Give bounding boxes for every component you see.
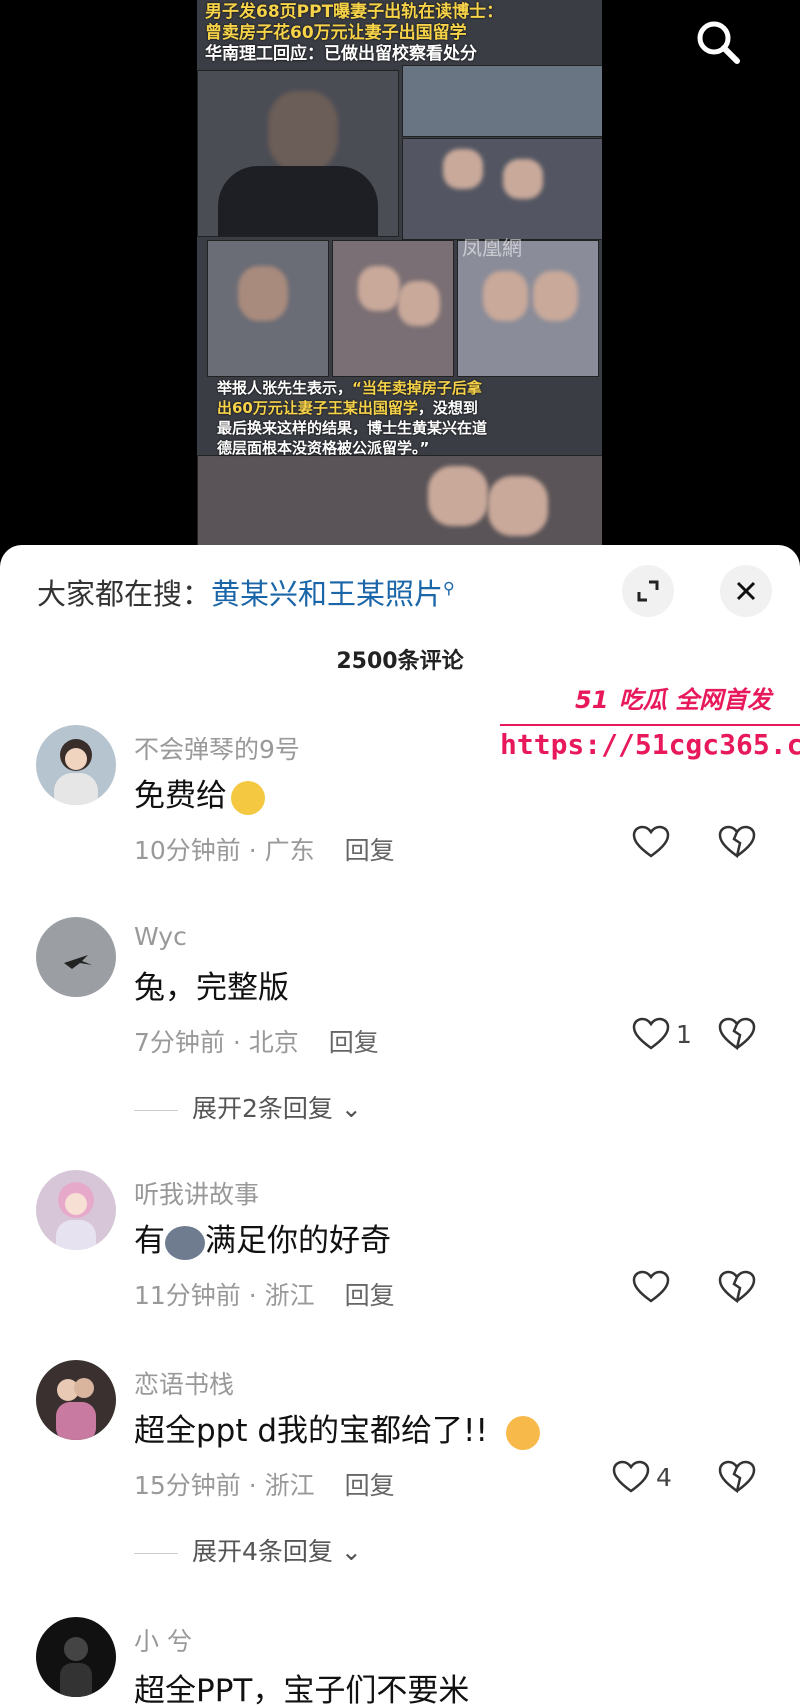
heart-icon	[632, 825, 670, 858]
promo-divider	[500, 724, 800, 726]
caption-text: 最后换来这样的结果，博士生黄某兴在道	[217, 419, 488, 437]
emoji-icon	[165, 1225, 205, 1260]
broken-heart-icon	[718, 825, 756, 859]
watermark-text: 凤凰網	[462, 236, 522, 260]
dislike-button[interactable]	[718, 825, 756, 863]
trending-label: 大家都在搜：	[37, 577, 212, 611]
photo-panel	[332, 240, 454, 377]
comment-meta: 10分钟前 · 广东 回复	[134, 831, 395, 867]
expand-replies-label: 展开2条回复	[192, 1094, 333, 1123]
search-small-icon: ⚲	[443, 578, 455, 598]
broken-heart-icon	[718, 1270, 756, 1304]
reply-button[interactable]: 回复	[329, 1028, 379, 1057]
comment-text: 超全PPT，宝子们不要米	[134, 1673, 470, 1706]
reply-button[interactable]: 回复	[345, 836, 395, 865]
avatar[interactable]	[36, 1617, 116, 1697]
avatar[interactable]	[36, 725, 116, 805]
comment-author[interactable]: Wyc	[134, 922, 187, 951]
comment-meta: 15分钟前 · 浙江 回复	[134, 1466, 395, 1502]
like-button[interactable]	[632, 825, 676, 859]
comment-author[interactable]: 听我讲故事	[134, 1175, 259, 1211]
comment-author[interactable]: 小 兮	[134, 1622, 192, 1658]
trending-keyword-link[interactable]: 黄某兴和王某照片	[211, 577, 443, 611]
emoji-icon	[231, 780, 265, 815]
promo-url[interactable]: https://51cgc365.com	[500, 728, 800, 761]
photo-panel	[207, 240, 329, 377]
avatar[interactable]	[36, 1360, 116, 1440]
dislike-button[interactable]	[718, 1017, 756, 1055]
like-count: 4	[656, 1462, 672, 1492]
video-title: 男子发68页PPT曝妻子出轨在读博士： 曾卖房子花60万元让妻子出国留学 华南理…	[205, 2, 595, 65]
caption-text: 德层面根本没资格被公派留学。”	[217, 439, 430, 457]
comment-text: 免费给	[134, 770, 265, 815]
promo-watermark[interactable]: 51 吃瓜 全网首发 https://51cgc365.com	[500, 680, 800, 776]
comment-author[interactable]: 不会弹琴的9号	[134, 730, 300, 766]
comment-text-content: 超全ppt d我的宝都给了!!	[134, 1413, 498, 1449]
comment-time: 10分钟前 · 广东	[134, 836, 315, 865]
promo-logo: 51 吃瓜 全网首发	[575, 680, 771, 716]
video-caption: 举报人张先生表示，“当年卖掉房子后拿 出60万元让妻子王某出国留学，没想到 最后…	[217, 378, 583, 458]
broken-heart-icon	[718, 1460, 756, 1494]
comment-text-content: 免费给	[134, 778, 227, 814]
comment-time: 15分钟前 · 浙江	[134, 1471, 315, 1500]
heart-icon	[632, 1017, 670, 1050]
reply-button[interactable]: 回复	[345, 1281, 395, 1310]
emoji-icon	[505, 1415, 540, 1450]
expand-icon[interactable]	[622, 565, 674, 617]
comment-text: 有 满足你的好奇	[134, 1215, 391, 1260]
like-button[interactable]	[632, 1270, 676, 1304]
comment-text-content: 满足你的好奇	[205, 1223, 391, 1259]
expand-replies-button[interactable]: 展开4条回复 ⌄	[134, 1532, 362, 1568]
dislike-button[interactable]	[718, 1460, 756, 1498]
promo-logo-text: 吃瓜 全网首发	[618, 686, 772, 714]
comment-text: 兔，完整版	[134, 970, 289, 1006]
video-frame[interactable]: 男子发68页PPT曝妻子出轨在读博士： 曾卖房子花60万元让妻子出国留学 华南理…	[197, 0, 602, 545]
heart-icon	[612, 1460, 650, 1493]
comment-text: 超全ppt d我的宝都给了!!	[134, 1405, 540, 1450]
comment-time: 11分钟前 · 浙江	[134, 1281, 315, 1310]
caption-highlight: “当年卖掉房子后拿	[352, 379, 482, 397]
caption-text: 举报人张先生表示，	[217, 379, 353, 397]
trending-search[interactable]: 大家都在搜：黄某兴和王某照片⚲	[37, 571, 455, 613]
avatar[interactable]	[36, 917, 116, 997]
caption-highlight: 出60万元让妻子王某出国留学	[217, 399, 418, 417]
heart-icon	[632, 1270, 670, 1303]
chevron-down-icon: ⌄	[340, 1094, 362, 1123]
like-button[interactable]: 1	[632, 1017, 692, 1051]
comment-sheet: 大家都在搜：黄某兴和王某照片⚲ 2500条评论 51 吃瓜 全网首发 https…	[0, 545, 800, 1706]
caption-text: ，没想到	[417, 399, 478, 417]
chevron-down-icon: ⌄	[340, 1537, 362, 1566]
expand-replies-label: 展开4条回复	[192, 1537, 333, 1566]
photo-panel	[402, 138, 602, 240]
video-title-line: 男子发68页PPT曝妻子出轨在读博士：	[205, 2, 504, 22]
photo-panel	[197, 70, 399, 237]
photo-panel	[402, 65, 602, 137]
video-title-line: 华南理工回应：已做出留校察看处分	[205, 44, 477, 64]
dislike-button[interactable]	[718, 1270, 756, 1308]
comment-count: 2500条评论	[336, 649, 464, 674]
broken-heart-icon	[718, 1017, 756, 1051]
comment-text-content: 有	[134, 1223, 165, 1259]
expand-replies-button[interactable]: 展开2条回复 ⌄	[134, 1089, 362, 1125]
close-icon[interactable]	[720, 565, 772, 617]
avatar[interactable]	[36, 1170, 116, 1250]
promo-logo-number: 51	[575, 686, 609, 714]
video-title-line: 曾卖房子花60万元让妻子出国留学	[205, 23, 467, 43]
like-count: 1	[676, 1019, 692, 1049]
comment-time: 7分钟前 · 北京	[134, 1028, 299, 1057]
comment-meta: 11分钟前 · 浙江 回复	[134, 1276, 395, 1312]
search-icon[interactable]	[690, 14, 746, 70]
comment-meta: 7分钟前 · 北京 回复	[134, 1023, 379, 1059]
like-button[interactable]: 4	[612, 1460, 672, 1494]
photo-panel	[197, 455, 602, 545]
reply-button[interactable]: 回复	[345, 1471, 395, 1500]
comment-author[interactable]: 恋语书栈	[134, 1365, 234, 1401]
video-area[interactable]: 男子发68页PPT曝妻子出轨在读博士： 曾卖房子花60万元让妻子出国留学 华南理…	[0, 0, 800, 545]
